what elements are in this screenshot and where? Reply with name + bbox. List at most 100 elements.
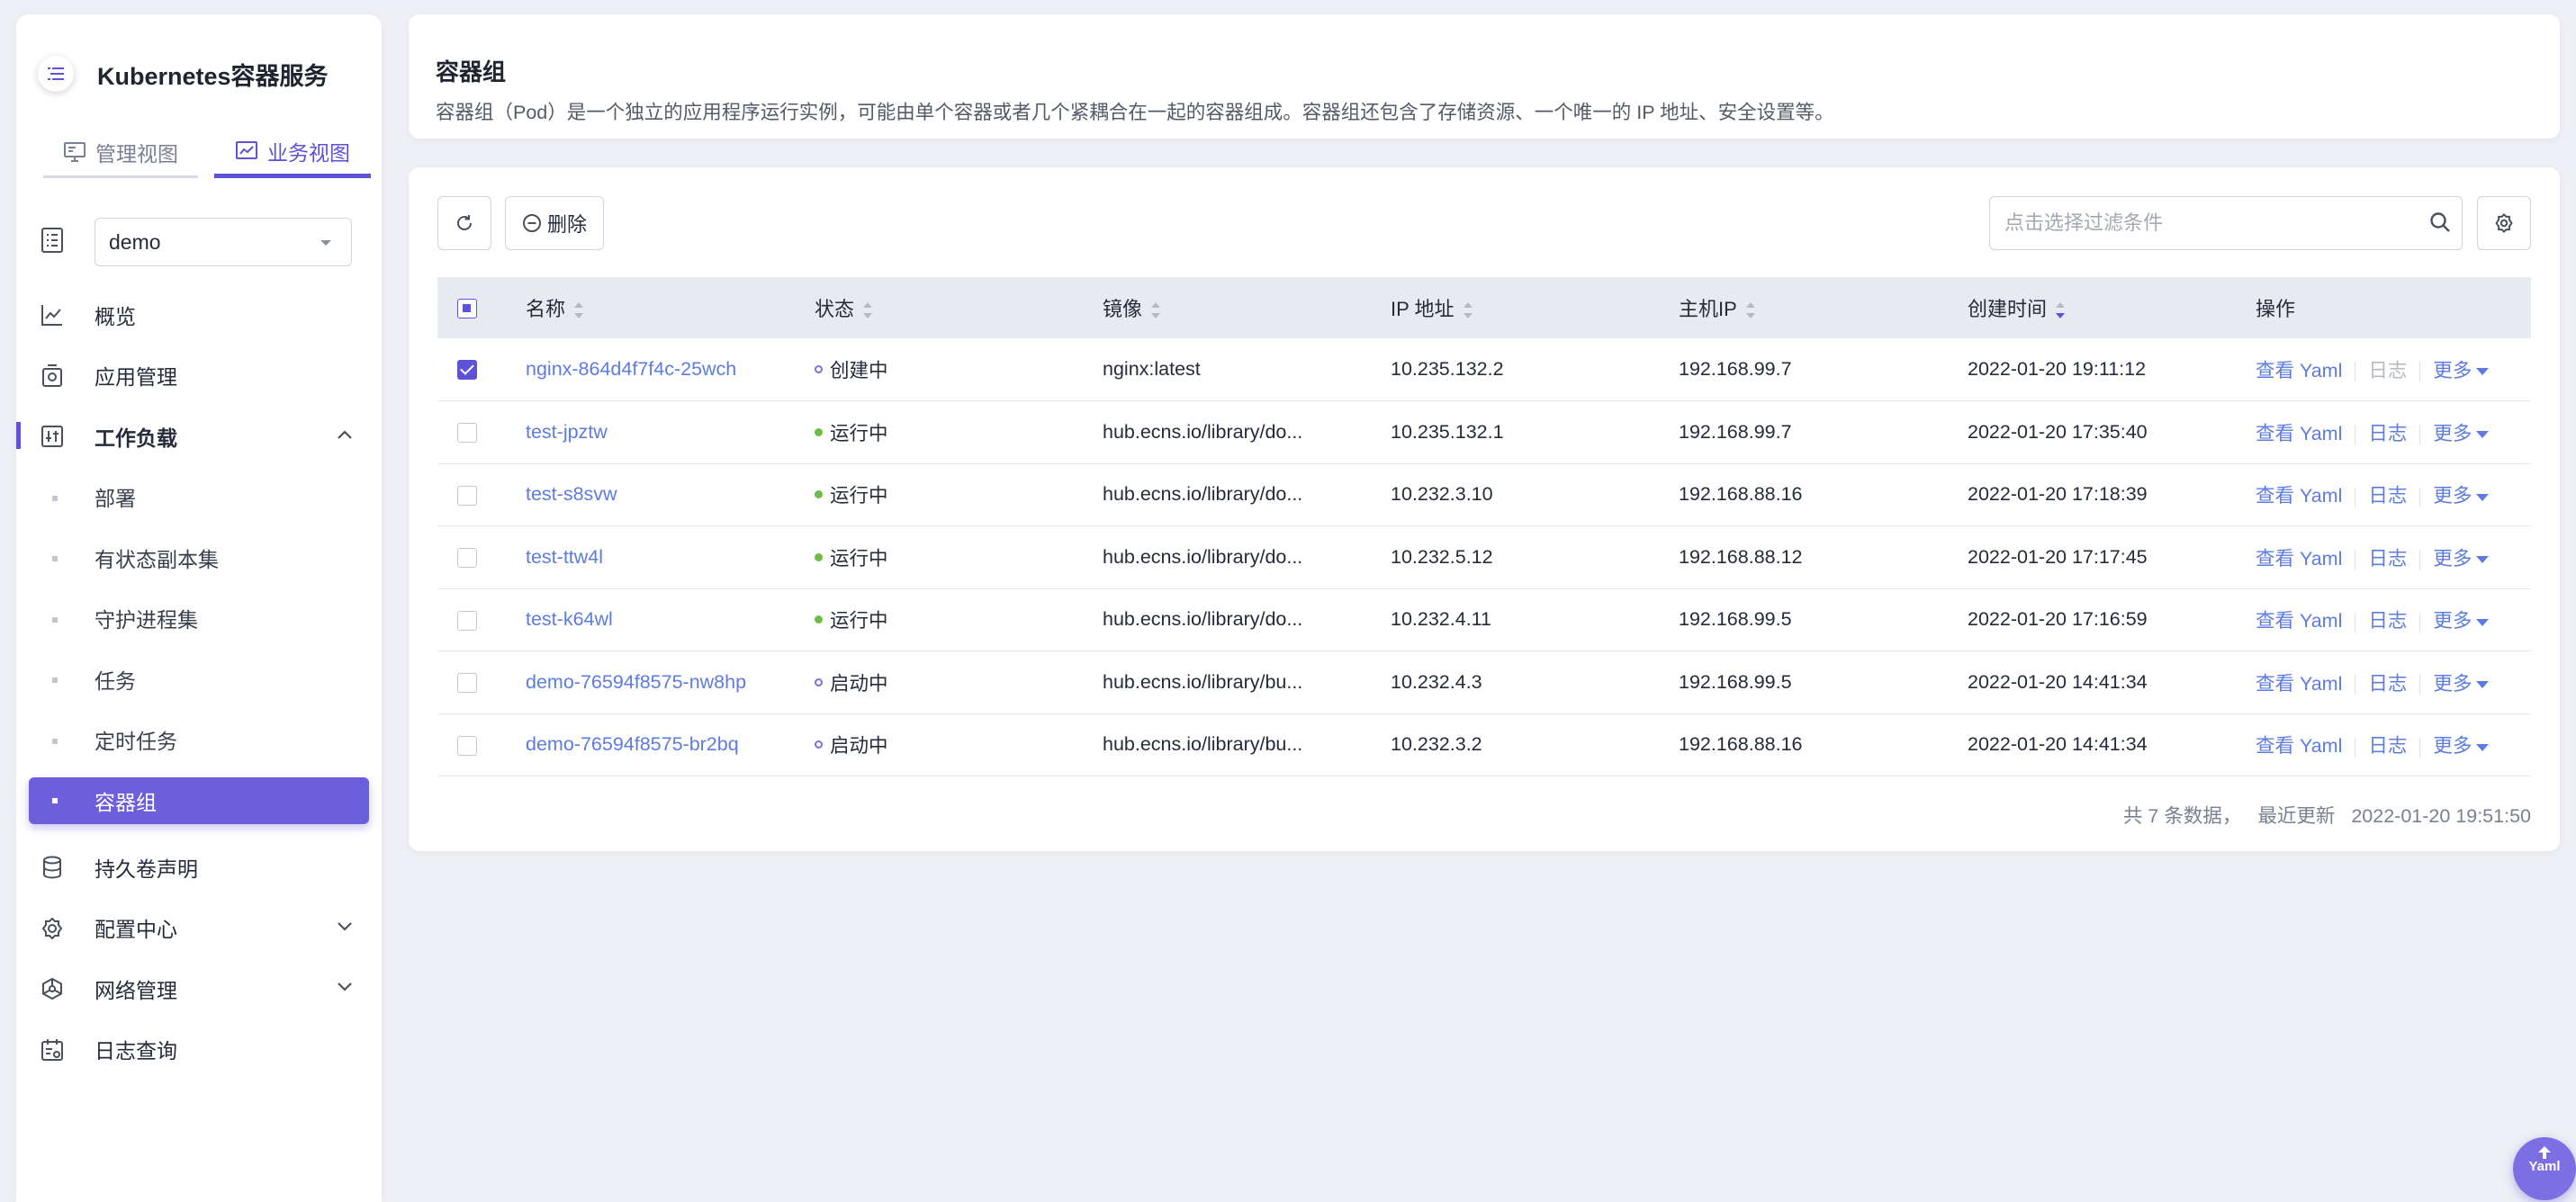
row-checkbox-cell — [437, 713, 526, 776]
log-link[interactable]: 日志 — [2368, 673, 2407, 695]
more-actions-dropdown[interactable]: 更多 — [2433, 485, 2490, 507]
row-checkbox[interactable] — [457, 735, 477, 756]
sliders-icon — [41, 426, 63, 447]
delete-button[interactable]: 删除 — [505, 196, 604, 250]
gear-icon — [41, 917, 63, 939]
column-header-host-ip[interactable]: 主机IP — [1679, 277, 1968, 338]
select-all-checkbox[interactable] — [457, 299, 477, 319]
refresh-button[interactable] — [437, 196, 491, 250]
sidebar-item-daemonsets[interactable]: 守护进程集 — [16, 588, 382, 650]
sort-desc-icon — [2056, 302, 2066, 319]
view-yaml-link[interactable]: 查看 Yaml — [2256, 360, 2342, 381]
pod-host-ip: 192.168.88.16 — [1679, 463, 1968, 526]
brand: Kubernetes容器服务 — [38, 56, 329, 92]
row-checkbox[interactable] — [457, 610, 477, 631]
table-row: test-k64wl 运行中 hub.ecns.io/library/do... 10… — [437, 588, 2531, 651]
yaml-float-button[interactable]: Yaml — [2513, 1137, 2576, 1200]
view-yaml-link[interactable]: 查看 Yaml — [2256, 673, 2342, 695]
log-link[interactable]: 日志 — [2368, 423, 2407, 444]
sidebar-nav: 概览 应用管理 工作负载 部署 有状态副本集 守护进程集 任务 定时任务 容器组… — [16, 284, 382, 1080]
filter-input[interactable] — [1989, 196, 2463, 250]
pod-status-cell: 启动中 — [815, 650, 1103, 714]
more-actions-dropdown[interactable]: 更多 — [2433, 735, 2490, 757]
column-header-created[interactable]: 创建时间 — [1968, 277, 2256, 338]
view-yaml-link[interactable]: 查看 Yaml — [2256, 423, 2342, 444]
pod-status-cell: 运行中 — [815, 400, 1103, 464]
table-row: demo-76594f8575-nw8hp 启动中 hub.ecns.io/libr… — [437, 650, 2531, 714]
pod-actions-cell: 查看 Yaml 日志 更多 — [2256, 650, 2531, 714]
chevron-down-icon — [338, 921, 352, 931]
pod-name-link[interactable]: nginx-864d4f7f4c-25wch — [526, 358, 736, 380]
divider — [2419, 487, 2421, 507]
tab-business-view[interactable]: 业务视图 — [214, 128, 371, 178]
pod-name-link[interactable]: test-jpztw — [526, 421, 608, 443]
column-header-status[interactable]: 状态 — [815, 277, 1103, 338]
sidebar-item-app-management[interactable]: 应用管理 — [16, 345, 382, 407]
more-actions-dropdown[interactable]: 更多 — [2433, 548, 2490, 570]
status-dot-icon — [815, 615, 823, 624]
row-checkbox[interactable] — [457, 548, 477, 569]
menu-icon — [48, 67, 64, 80]
pod-name-link[interactable]: test-ttw4l — [526, 546, 603, 568]
menu-toggle-button[interactable] — [38, 56, 74, 92]
sidebar-item-overview[interactable]: 概览 — [16, 284, 382, 345]
column-header-image[interactable]: 镜像 — [1103, 277, 1391, 338]
pod-name-link[interactable]: demo-76594f8575-br2bq — [526, 733, 739, 755]
tab-admin-view[interactable]: 管理视图 — [43, 128, 198, 178]
row-checkbox[interactable] — [457, 485, 477, 506]
table-row: test-jpztw 运行中 hub.ecns.io/library/do... 10… — [437, 400, 2531, 464]
log-link[interactable]: 日志 — [2368, 610, 2407, 632]
sidebar-item-deployments[interactable]: 部署 — [16, 467, 382, 528]
sidebar-item-pvc[interactable]: 持久卷声明 — [16, 837, 382, 898]
view-yaml-link[interactable]: 查看 Yaml — [2256, 735, 2342, 757]
log-link: 日志 — [2368, 360, 2408, 381]
more-actions-dropdown[interactable]: 更多 — [2433, 360, 2490, 381]
more-actions-dropdown[interactable]: 更多 — [2433, 423, 2490, 444]
pod-name-link[interactable]: demo-76594f8575-nw8hp — [526, 671, 746, 693]
view-yaml-link[interactable]: 查看 Yaml — [2256, 610, 2342, 632]
sidebar-item-workload[interactable]: 工作负载 — [16, 406, 382, 467]
database-icon — [43, 856, 61, 879]
namespace-select[interactable]: demo — [95, 218, 352, 266]
minus-circle-icon — [522, 214, 541, 232]
column-label: IP 地址 — [1391, 298, 1455, 320]
pod-created: 2022-01-20 19:11:12 — [1968, 338, 2256, 401]
bullet-icon — [52, 677, 58, 683]
pod-status: 运行中 — [830, 485, 888, 507]
row-checkbox-cell — [437, 338, 526, 401]
view-yaml-link[interactable]: 查看 Yaml — [2256, 548, 2342, 570]
pod-name-link[interactable]: test-k64wl — [526, 608, 613, 630]
status-dot-icon — [815, 427, 823, 436]
sidebar-item-jobs[interactable]: 任务 — [16, 649, 382, 710]
search-icon[interactable] — [2428, 211, 2452, 234]
column-header-name[interactable]: 名称 — [526, 277, 815, 338]
sidebar-item-config-center[interactable]: 配置中心 — [16, 898, 382, 959]
bullet-icon — [52, 556, 58, 561]
sidebar-item-statefulsets[interactable]: 有状态副本集 — [16, 527, 382, 588]
row-checkbox[interactable] — [457, 360, 477, 381]
pod-ip: 10.232.3.10 — [1391, 463, 1679, 526]
log-link[interactable]: 日志 — [2368, 485, 2407, 507]
more-actions-dropdown[interactable]: 更多 — [2433, 673, 2490, 695]
table-settings-button[interactable] — [2477, 196, 2531, 250]
sidebar-item-network[interactable]: 网络管理 — [16, 958, 382, 1019]
app-title: Kubernetes容器服务 — [97, 62, 329, 90]
view-yaml-link[interactable]: 查看 Yaml — [2256, 485, 2342, 507]
column-header-ip[interactable]: IP 地址 — [1391, 277, 1679, 338]
sidebar: Kubernetes容器服务 管理视图 业务视图 demo 概览 应用管理 工作… — [16, 14, 382, 1202]
pod-image: nginx:latest — [1103, 338, 1391, 401]
sidebar-item-cronjobs[interactable]: 定时任务 — [16, 710, 382, 771]
pod-name-link[interactable]: test-s8svw — [526, 483, 617, 505]
pod-ip: 10.232.4.11 — [1391, 588, 1679, 651]
pod-created: 2022-01-20 17:16:59 — [1968, 588, 2256, 651]
row-checkbox[interactable] — [457, 423, 477, 444]
row-checkbox-cell — [437, 650, 526, 714]
row-checkbox[interactable] — [457, 673, 477, 694]
sidebar-item-pods[interactable]: 容器组 — [29, 777, 369, 824]
log-link[interactable]: 日志 — [2368, 548, 2407, 570]
pod-status-cell: 运行中 — [815, 588, 1103, 651]
more-actions-dropdown[interactable]: 更多 — [2433, 610, 2490, 632]
sidebar-item-logs[interactable]: 日志查询 — [16, 1019, 382, 1081]
pod-status-cell: 创建中 — [815, 338, 1103, 401]
log-link[interactable]: 日志 — [2368, 735, 2407, 757]
